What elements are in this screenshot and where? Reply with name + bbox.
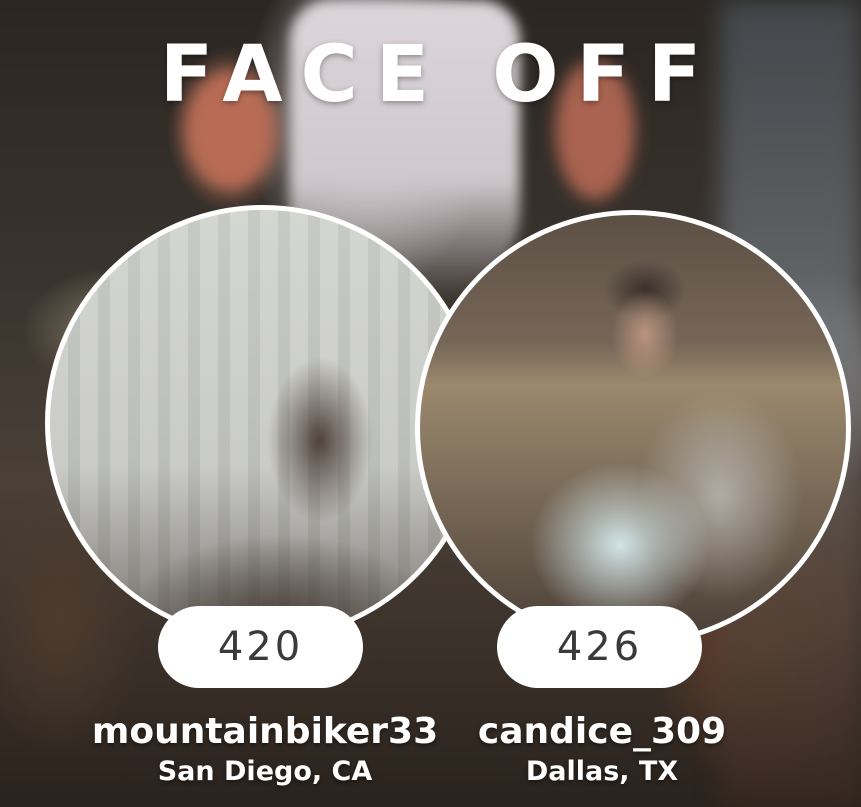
player-2-video-circle[interactable] — [415, 210, 851, 646]
face-off-title: FACE OFF — [159, 30, 720, 120]
player-1-info: mountainbiker33 San Diego, CA — [85, 710, 445, 790]
player-1-score-badge: 420 — [158, 606, 363, 688]
player-2-info: candice_309 Dallas, TX — [422, 710, 782, 790]
face-off-screen: FACE OFF 420 426 mountainbiker33 San Die… — [0, 0, 861, 807]
player-2-location: Dallas, TX — [525, 756, 679, 787]
player-2-username: candice_309 — [477, 711, 727, 752]
player-2-score-badge: 426 — [497, 606, 702, 688]
player-1-location: San Diego, CA — [157, 756, 373, 787]
player-1-username: mountainbiker33 — [91, 711, 439, 752]
